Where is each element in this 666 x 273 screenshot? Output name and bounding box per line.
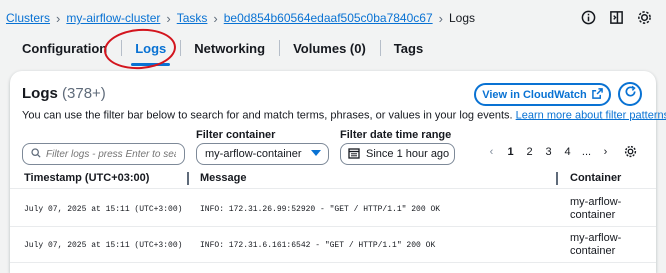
- info-icon[interactable]: [580, 9, 596, 25]
- breadcrumb-task-id[interactable]: be0d854b60564edaaf505c0ba7840c67: [224, 11, 433, 25]
- filter-container-label: Filter container: [196, 129, 276, 141]
- gear-icon[interactable]: [624, 145, 637, 163]
- search-icon: [31, 145, 41, 163]
- row-message: INFO: 172.31.6.161:6542 - "GET / HTTP/1.…: [200, 241, 436, 250]
- external-link-icon: [591, 87, 603, 102]
- breadcrumb: Clusters › my-airflow-cluster › Tasks › …: [6, 8, 666, 28]
- column-container[interactable]: Container: [570, 172, 621, 184]
- calendar-icon: [348, 147, 360, 162]
- tab-networking[interactable]: Networking: [180, 34, 279, 62]
- chevron-right-icon: ›: [438, 10, 443, 26]
- page-ellipsis: ...: [581, 146, 592, 158]
- page-1[interactable]: 1: [501, 146, 520, 158]
- row-container: my-arflow-container: [570, 196, 622, 221]
- search-field[interactable]: [22, 143, 185, 165]
- panel-count: (378+): [62, 85, 106, 102]
- column-divider[interactable]: [187, 172, 189, 185]
- row-container: my-arflow-container: [570, 232, 622, 257]
- row-message: INFO: 172.31.26.99:52920 - "GET / HTTP/1…: [200, 205, 441, 214]
- chevron-right-icon: ›: [56, 10, 61, 26]
- pagination: ‹ 1 2 3 4 ... ›: [482, 146, 615, 158]
- split-panel-icon[interactable]: [608, 9, 624, 25]
- page-4[interactable]: 4: [558, 146, 577, 158]
- breadcrumb-current: Logs: [448, 11, 475, 25]
- breadcrumb-clusters[interactable]: Clusters: [6, 11, 50, 25]
- caret-down-icon: [311, 148, 321, 160]
- view-in-cloudwatch-button[interactable]: View in CloudWatch: [474, 83, 611, 106]
- chevron-right-icon: ›: [213, 10, 218, 26]
- learn-more-link[interactable]: Learn more about filter patterns: [516, 109, 666, 121]
- table-row[interactable]: July 07, 2025 at 15:11 (UTC+3:00) INFO: …: [10, 228, 656, 263]
- column-timestamp[interactable]: Timestamp (UTC+03:00): [24, 172, 149, 184]
- cloudwatch-button-label: View in CloudWatch: [482, 88, 587, 101]
- chevron-right-icon[interactable]: ›: [596, 146, 615, 158]
- tab-configuration[interactable]: Configuration: [8, 34, 121, 62]
- tab-logs[interactable]: Logs: [121, 34, 180, 66]
- logs-panel: Logs (378+) You can use the filter bar b…: [10, 71, 666, 273]
- tab-bar: Configuration Logs Networking Volumes (0…: [8, 33, 656, 66]
- chevron-right-icon: ›: [166, 10, 171, 26]
- chevron-left-icon[interactable]: ‹: [482, 146, 501, 158]
- description-text: You can use the filter bar below to sear…: [22, 109, 513, 122]
- date-range-value: Since 1 hour ago: [366, 148, 450, 160]
- tab-volumes[interactable]: Volumes (0): [279, 34, 380, 62]
- gear-icon[interactable]: [636, 9, 652, 25]
- panel-title-text: Logs: [22, 85, 58, 102]
- panel-title: Logs (378+): [22, 85, 106, 102]
- breadcrumb-tasks[interactable]: Tasks: [177, 11, 208, 25]
- row-timestamp: July 07, 2025 at 15:11 (UTC+3:00): [24, 205, 183, 214]
- top-icons: [580, 9, 652, 25]
- container-select[interactable]: my-arflow-container: [196, 143, 329, 165]
- column-message[interactable]: Message: [200, 172, 246, 184]
- refresh-button[interactable]: [618, 82, 642, 106]
- page-3[interactable]: 3: [539, 146, 558, 158]
- filter-date-label: Filter date time range: [340, 129, 452, 141]
- table-row[interactable]: July 07, 2025 at 15:11 (UTC+3:00) INFO: …: [10, 192, 656, 227]
- row-timestamp: July 07, 2025 at 15:11 (UTC+3:00): [24, 241, 183, 250]
- breadcrumb-cluster[interactable]: my-airflow-cluster: [66, 11, 160, 25]
- search-input[interactable]: [46, 148, 176, 160]
- table-header: Timestamp (UTC+03:00) Message Container: [10, 169, 656, 189]
- container-select-value: my-arflow-container: [205, 148, 302, 160]
- date-range-button[interactable]: Since 1 hour ago: [340, 143, 455, 165]
- column-divider[interactable]: [556, 172, 558, 185]
- page-2[interactable]: 2: [520, 146, 539, 158]
- tab-tags[interactable]: Tags: [379, 34, 437, 62]
- refresh-icon: [624, 85, 637, 103]
- panel-description: You can use the filter bar below to sear…: [22, 109, 666, 122]
